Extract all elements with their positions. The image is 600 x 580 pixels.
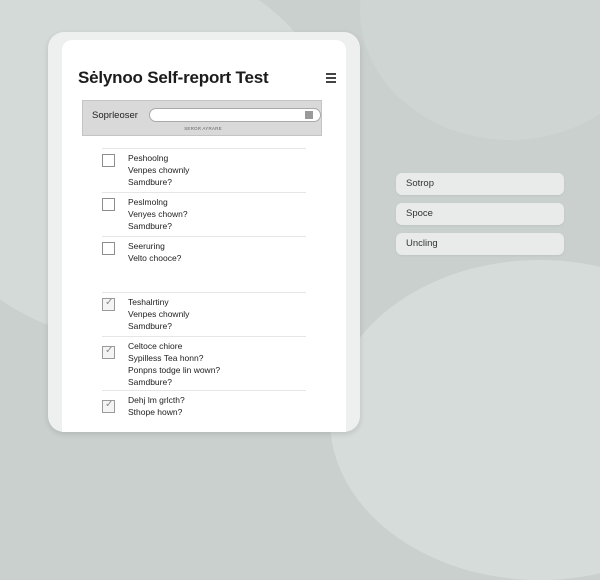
side-button-sotrop[interactable]: Sotrop	[396, 173, 564, 195]
side-button-uncling[interactable]: Uncling	[396, 233, 564, 255]
tablet-frame: Sėlynoo Self-report Test Soprleoser SERO…	[48, 32, 360, 432]
side-button-spoce[interactable]: Spoce	[396, 203, 564, 225]
question-checkbox-4[interactable]: ✓	[102, 297, 115, 311]
divider	[102, 236, 306, 237]
search-input[interactable]	[149, 108, 321, 122]
question-checkbox-3[interactable]	[102, 242, 115, 255]
checkmark-icon: ✓	[105, 345, 114, 356]
test-screen: Sėlynoo Self-report Test Soprleoser SERO…	[62, 40, 346, 432]
question-text-6: Dehj lm grlcth? Sthope hown?	[128, 395, 185, 417]
question-checkbox-6[interactable]: ✓	[102, 399, 115, 413]
question-checkbox-5[interactable]: ✓	[102, 345, 115, 359]
question-text-1: Peshoolng Venpes chownly Samdbure?	[128, 153, 190, 187]
checkmark-icon: ✓	[105, 399, 114, 410]
search-hint: SEROR AYRARE	[184, 126, 222, 131]
question-text-4: Teshalrtiny Venpes chownly Samdbure?	[128, 297, 190, 331]
question-text-3: Seeruring Velto chooce?	[128, 241, 182, 263]
question-text-5: Celtoce chiore Sypilless Tea honn? Ponpn…	[128, 341, 221, 387]
search-bar: Soprleoser SEROR AYRARE	[82, 100, 322, 136]
question-checkbox-1[interactable]	[102, 154, 115, 167]
divider	[102, 292, 306, 293]
search-icon[interactable]	[305, 111, 313, 119]
search-label: Soprleoser	[92, 110, 138, 121]
divider	[102, 336, 306, 337]
divider	[102, 192, 306, 193]
hamburger-menu-icon[interactable]	[326, 73, 336, 83]
page-title: Sėlynoo Self-report Test	[78, 68, 269, 87]
divider	[102, 148, 306, 149]
question-text-2: Peslmolng Venyes chown? Samdbure?	[128, 197, 188, 231]
checkmark-icon: ✓	[105, 297, 114, 308]
divider	[102, 390, 306, 391]
question-checkbox-2[interactable]	[102, 198, 115, 211]
